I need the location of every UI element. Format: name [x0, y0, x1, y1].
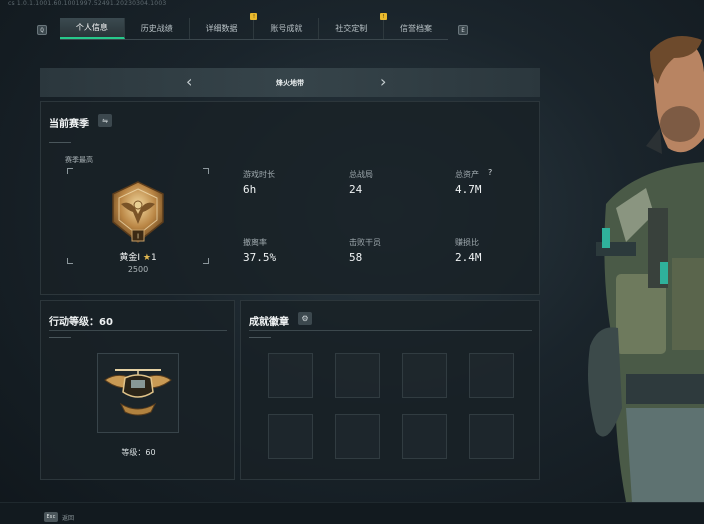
stat-label: 游戏时长	[243, 170, 275, 179]
divider	[49, 142, 71, 143]
tab-label: 详细数据	[205, 24, 238, 33]
tab-history[interactable]: 历史战绩	[125, 18, 190, 39]
tab-label: 个人信息	[75, 23, 108, 32]
build-version: cs 1.0.1.1001.60.1001997.52491.20230304.…	[8, 0, 167, 7]
stat-value: 6h	[243, 183, 257, 196]
divider	[49, 337, 71, 338]
rank-score: 2500	[127, 265, 149, 274]
rank-stars: 1	[150, 253, 157, 263]
badge-slot[interactable]	[402, 353, 447, 398]
divider	[249, 330, 532, 331]
rank-title: 黄金I	[119, 253, 140, 263]
stat-label: 赚损比	[455, 238, 479, 247]
operator-character-portrait	[588, 36, 704, 502]
achievements-title: 成就徽章	[249, 317, 289, 328]
chevron-left-icon[interactable]: ‹	[186, 72, 192, 91]
stat-value: 4.7M	[455, 183, 482, 196]
stat-label: 总战局	[349, 170, 373, 179]
tab-achievements[interactable]: 账号成就	[254, 18, 320, 39]
badge-slot[interactable]	[402, 414, 447, 459]
achievement-badges-panel: 成就徽章 ⚙	[240, 300, 540, 480]
frame-corner	[67, 258, 73, 264]
frame-corner	[203, 258, 209, 264]
star-icon: ★	[142, 253, 151, 263]
season-panel: 当前赛季 ⇋ 赛季最高 I 黄金I ★1 2500 游戏时长 6h 总战局 24…	[40, 101, 540, 295]
divider	[49, 330, 227, 331]
frame-corner	[67, 168, 73, 174]
prev-tab-key[interactable]: Q	[37, 25, 47, 35]
help-icon[interactable]: ?	[488, 168, 492, 177]
season-highest-label: 赛季最高	[65, 156, 93, 164]
stat-label: 总资产	[455, 170, 479, 179]
rank-name: 黄金I ★1	[111, 250, 165, 263]
stat-label: 撤离率	[243, 238, 267, 247]
back-label[interactable]: 返回	[62, 513, 74, 522]
swap-icon[interactable]: ⇋	[98, 114, 112, 127]
tab-social[interactable]: 社交定制 !	[319, 13, 388, 39]
level-title: 行动等级：60	[49, 317, 113, 328]
operation-level-panel: 行动等级：60 等级：60	[40, 300, 235, 480]
gold-rank-emblem: I	[112, 181, 164, 243]
badge-slot[interactable]	[469, 353, 514, 398]
chevron-right-icon[interactable]: ›	[380, 72, 386, 91]
badge-slot[interactable]	[469, 414, 514, 459]
stat-value: 24	[349, 183, 363, 196]
tab-detailed-data[interactable]: 详细数据 !	[190, 13, 258, 39]
bottom-bar	[0, 502, 704, 524]
esc-key[interactable]: Esc	[44, 512, 58, 522]
tab-label: 信誉档案	[400, 24, 433, 33]
tab-label: 历史战绩	[140, 24, 173, 33]
badge-slot[interactable]	[268, 353, 313, 398]
season-title: 当前赛季	[49, 119, 89, 130]
tab-reputation[interactable]: 信誉档案	[384, 18, 448, 39]
badge-slot[interactable]	[335, 414, 380, 459]
gear-icon[interactable]: ⚙	[298, 312, 312, 325]
badge-slot[interactable]	[268, 414, 313, 459]
next-tab-key[interactable]: E	[458, 25, 468, 35]
svg-text:I: I	[137, 233, 139, 241]
frame-corner	[203, 168, 209, 174]
level-badge-frame	[97, 353, 179, 433]
level-text: 等级：60	[121, 448, 156, 457]
tab-personal-info[interactable]: 个人信息	[60, 18, 125, 39]
tab-label: 社交定制	[335, 24, 368, 33]
divider	[249, 337, 271, 338]
stat-value: 58	[349, 251, 363, 264]
helicopter-level-badge	[104, 369, 172, 416]
stat-value: 2.4M	[455, 251, 482, 264]
map-title: 烽火地带	[276, 78, 304, 87]
tab-bar: 个人信息 历史战绩 详细数据 ! 账号成就 社交定制 ! 信誉档案	[60, 13, 448, 40]
tab-label: 账号成就	[270, 24, 303, 33]
stat-value: 37.5%	[243, 251, 277, 264]
map-selector: ‹ 烽火地带 ›	[40, 68, 540, 97]
badge-slot[interactable]	[335, 353, 380, 398]
stat-label: 击败干员	[349, 238, 381, 247]
